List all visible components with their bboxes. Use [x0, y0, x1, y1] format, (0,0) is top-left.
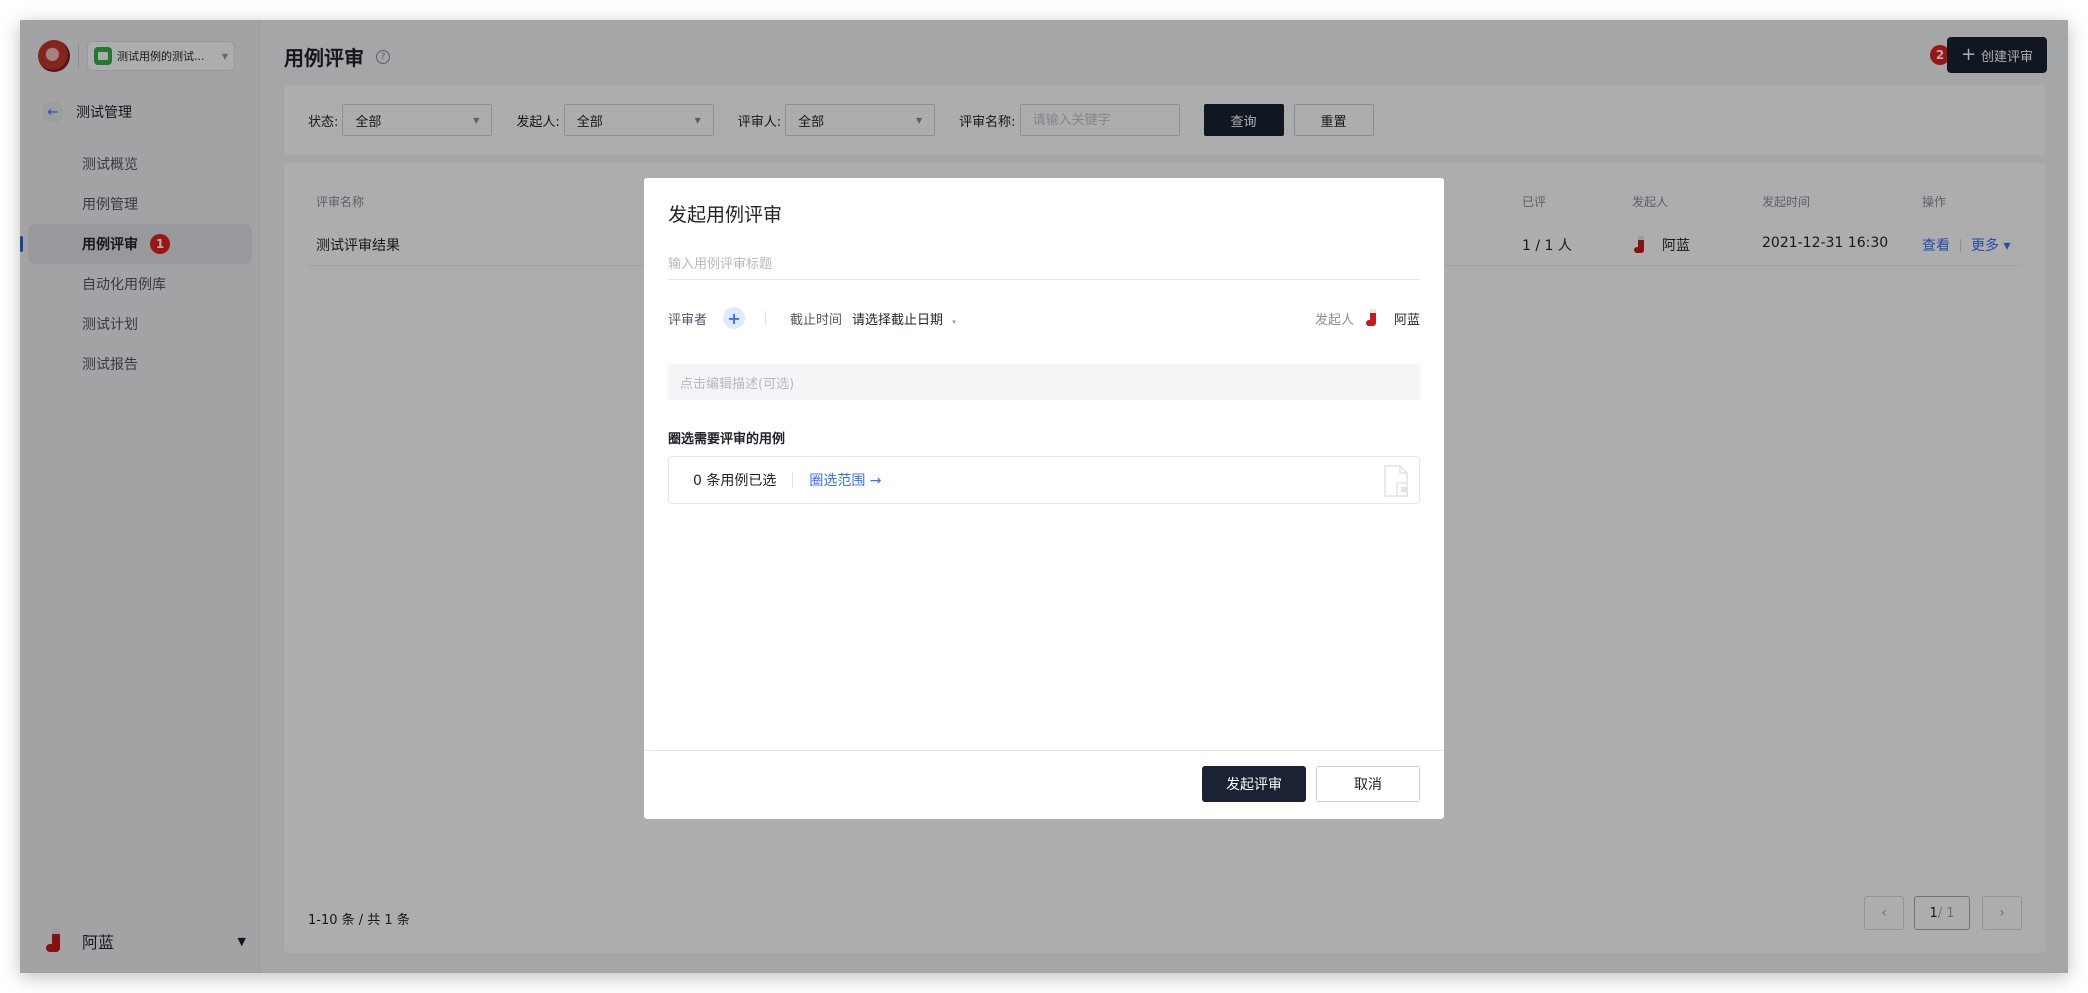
add-reviewer-button[interactable]: +	[723, 307, 746, 329]
due-date-value: 请选择截止日期	[852, 312, 944, 328]
avatar	[1365, 309, 1380, 327]
selected-case-count: 0 条用例已选	[693, 473, 777, 489]
divider	[765, 311, 767, 325]
reviewer-label: 评审者	[668, 312, 708, 328]
select-scope-link[interactable]: 圈选范围 →	[809, 470, 881, 490]
app-window: 测试用例的测试... ▼ ← 测试管理 测试概览 用例管理 用例评审 1 自动化…	[20, 20, 2068, 973]
divider	[792, 472, 794, 488]
review-title-input[interactable]	[668, 250, 1420, 280]
modal-title: 发起用例评审	[668, 204, 783, 226]
description-editor[interactable]: 点击编辑描述(可选)	[668, 364, 1420, 400]
case-selection-title: 圈选需要评审的用例	[668, 432, 786, 447]
due-date-label: 截止时间	[790, 312, 843, 328]
caret-down-icon: ▾	[952, 317, 956, 326]
case-selection-box: 0 条用例已选 圈选范围 →	[668, 456, 1420, 504]
footer-divider	[644, 750, 1444, 751]
initiator-label: 发起人	[1314, 312, 1354, 328]
modal-initiator: 发起人 阿蓝	[1315, 309, 1420, 328]
document-icon	[1384, 465, 1408, 497]
initiator-name: 阿蓝	[1393, 312, 1420, 328]
due-date-picker[interactable]: 请选择截止日期 ▾	[852, 309, 956, 328]
create-review-modal: 发起用例评审 评审者 + 截止时间 请选择截止日期 ▾ 发起人 阿蓝 点击编辑描…	[644, 178, 1444, 819]
modal-meta-row: 评审者 + 截止时间 请选择截止日期 ▾ 发起人 阿蓝	[668, 306, 1420, 330]
cancel-button[interactable]: 取消	[1316, 766, 1420, 802]
submit-review-button[interactable]: 发起评审	[1202, 766, 1306, 802]
